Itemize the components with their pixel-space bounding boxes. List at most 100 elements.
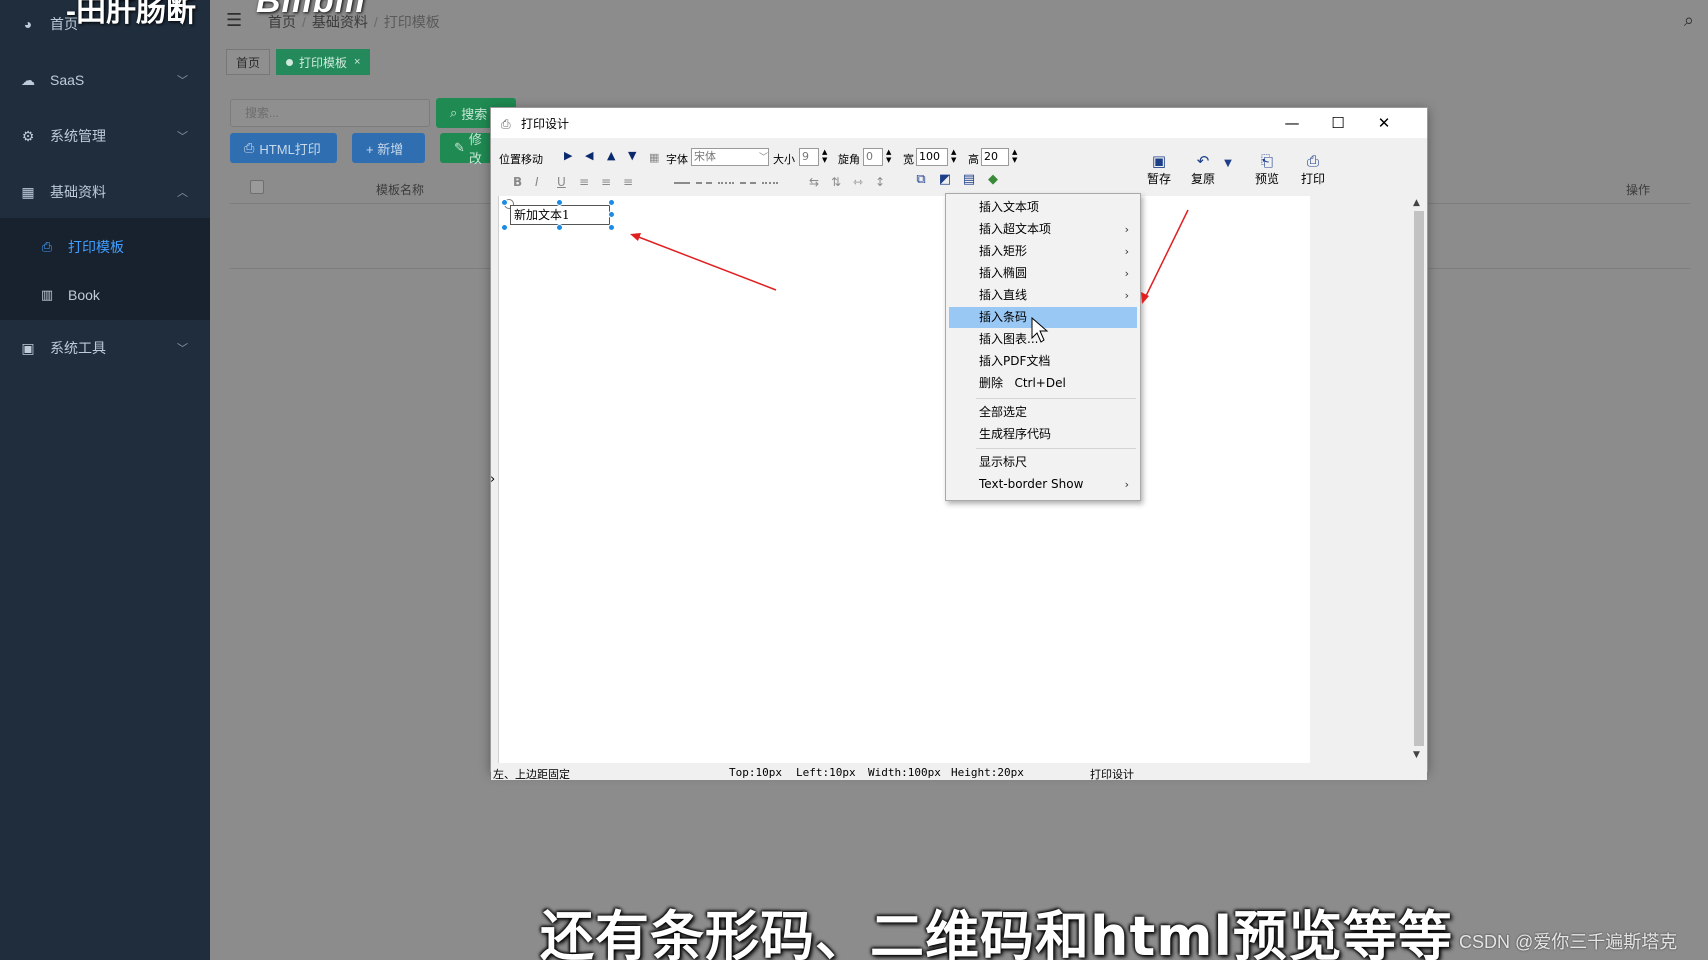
submenu-arrow-icon: › bbox=[1124, 245, 1129, 258]
h-space-icon[interactable]: ⇿ bbox=[853, 175, 863, 189]
sidebar-item-system-tools[interactable]: ▣ 系统工具 ﹀ bbox=[0, 320, 210, 376]
restore-dropdown-icon[interactable]: ▼ bbox=[1217, 158, 1239, 200]
preview-icon: ⎗ bbox=[1260, 152, 1273, 170]
printer-icon: ⎙ bbox=[41, 239, 53, 254]
resize-handle[interactable] bbox=[608, 199, 615, 206]
font-select[interactable]: 宋体 bbox=[691, 148, 769, 166]
menu-item-insert-chart[interactable]: 插入图表... bbox=[949, 329, 1137, 350]
move-down-icon[interactable]: ▼ bbox=[628, 149, 636, 162]
paste-item-icon[interactable]: ▤ bbox=[961, 172, 977, 188]
line-dashdotdot-icon[interactable] bbox=[762, 182, 778, 185]
line-dot-icon[interactable] bbox=[718, 182, 734, 185]
move-up-icon[interactable]: ▲ bbox=[607, 149, 615, 162]
move-left-icon[interactable]: ◀ bbox=[585, 149, 593, 162]
hamburger-icon[interactable]: ☰ bbox=[226, 10, 242, 31]
printer-icon: ⎙ bbox=[501, 117, 511, 131]
chart-item-icon[interactable]: ◩ bbox=[937, 172, 953, 188]
copy-item-icon[interactable]: ⧉ bbox=[913, 172, 929, 188]
save-button[interactable]: ▣ 暂存 bbox=[1139, 152, 1179, 194]
same-width-icon[interactable]: ⇆ bbox=[809, 175, 819, 189]
width-input[interactable]: 100 bbox=[916, 148, 948, 166]
size-input[interactable]: 9 bbox=[799, 148, 819, 166]
dropdown-icon[interactable]: ﹀ bbox=[759, 150, 768, 163]
sidebar-item-system-management[interactable]: ⚙ 系统管理 ﹀ bbox=[0, 108, 210, 164]
resize-handle[interactable] bbox=[501, 224, 508, 231]
line-dash-icon[interactable] bbox=[696, 182, 712, 185]
sidebar-item-basic-data[interactable]: ▦ 基础资料 ︿ bbox=[0, 164, 210, 220]
search-input[interactable]: 搜索... bbox=[230, 99, 430, 127]
collapse-arrow-icon[interactable]: › bbox=[490, 472, 495, 487]
vertical-scrollbar[interactable]: ▲ ▼ bbox=[1411, 196, 1427, 763]
search-icon[interactable]: ⌕ bbox=[1684, 10, 1694, 31]
floppy-icon: ▣ bbox=[1151, 152, 1167, 170]
grid-icon[interactable]: ▦ bbox=[649, 151, 659, 164]
align-right-icon[interactable]: ≡ bbox=[623, 175, 633, 189]
menu-item-insert-hypertext[interactable]: 插入超文本项 › bbox=[949, 219, 1137, 240]
minimize-button[interactable]: — bbox=[1269, 108, 1315, 138]
close-icon[interactable]: × bbox=[354, 56, 360, 68]
sidebar-item-label: 打印模板 bbox=[68, 239, 124, 255]
menu-item-select-all[interactable]: 全部选定 bbox=[949, 402, 1137, 423]
tab-home[interactable]: 首页 bbox=[226, 49, 271, 75]
resize-handle[interactable] bbox=[501, 199, 508, 206]
width-spinner-icon[interactable]: ▲ ▼ bbox=[951, 148, 956, 164]
sidebar-item-saas[interactable]: ☁ SaaS ﹀ bbox=[0, 52, 210, 108]
menu-item-label: Text-border Show bbox=[979, 477, 1084, 491]
menu-separator bbox=[976, 398, 1136, 399]
menu-item-delete[interactable]: 删除 Ctrl+Del bbox=[949, 373, 1137, 394]
line-solid-icon[interactable] bbox=[674, 182, 690, 185]
italic-icon[interactable]: I bbox=[535, 175, 539, 189]
menu-item-label: 插入矩形 bbox=[979, 244, 1028, 258]
add-button[interactable]: + 新增 bbox=[352, 133, 425, 163]
sidebar-item-print-template[interactable]: ⎙ 打印模板 bbox=[0, 222, 210, 272]
menu-item-show-ruler[interactable]: 显示标尺 bbox=[949, 452, 1137, 473]
printer-icon: ⎙ bbox=[1306, 152, 1319, 170]
top-navbar: ☰ 首页 / 基础资料 / 打印模板 ⌕ bbox=[210, 0, 1708, 42]
underline-icon[interactable]: U bbox=[557, 175, 566, 189]
close-button[interactable]: ✕ bbox=[1361, 108, 1407, 138]
height-input[interactable]: 20 bbox=[981, 148, 1009, 166]
menu-item-insert-rectangle[interactable]: 插入矩形 › bbox=[949, 241, 1137, 262]
layers-icon[interactable]: ◆ bbox=[985, 172, 1001, 188]
html-print-button[interactable]: ⎙ HTML打印 bbox=[230, 133, 337, 163]
menu-item-generate-code[interactable]: 生成程序代码 bbox=[949, 424, 1137, 445]
sidebar-item-book[interactable]: ▥ Book bbox=[0, 270, 210, 320]
rotate-input[interactable]: 0 bbox=[863, 148, 883, 166]
design-canvas[interactable] bbox=[498, 196, 1310, 763]
status-left: Left:10px bbox=[796, 766, 856, 779]
v-space-icon[interactable]: ↕ bbox=[875, 175, 885, 189]
print-button[interactable]: ⎙ 打印 bbox=[1293, 152, 1333, 194]
menu-item-insert-text[interactable]: 插入文本项 bbox=[949, 197, 1137, 218]
height-spinner-icon[interactable]: ▲ ▼ bbox=[1012, 148, 1017, 164]
menu-item-label: 插入条码 bbox=[979, 310, 1028, 324]
toolbox-icon: ▣ bbox=[21, 339, 35, 356]
scroll-down-icon[interactable]: ▼ bbox=[1413, 750, 1420, 760]
line-dashdot-icon[interactable] bbox=[740, 182, 756, 185]
scrollbar-thumb[interactable] bbox=[1414, 211, 1424, 746]
size-spinner-icon[interactable]: ▲ ▼ bbox=[822, 148, 827, 164]
preview-button[interactable]: ⎗ 预览 bbox=[1247, 152, 1287, 194]
move-right-icon[interactable]: ▶ bbox=[564, 149, 572, 162]
width-label: 宽 bbox=[903, 153, 914, 166]
align-center-icon[interactable]: ≡ bbox=[601, 175, 611, 189]
resize-handle[interactable] bbox=[608, 211, 615, 218]
same-height-icon[interactable]: ⇅ bbox=[831, 175, 841, 189]
maximize-button[interactable]: ☐ bbox=[1315, 108, 1361, 138]
rotate-spinner-icon[interactable]: ▲ ▼ bbox=[886, 148, 891, 164]
menu-item-insert-pdf[interactable]: 插入PDF文档 bbox=[949, 351, 1137, 372]
menu-item-text-border-show[interactable]: Text-border Show › bbox=[949, 474, 1137, 495]
menu-item-insert-ellipse[interactable]: 插入椭圆 › bbox=[949, 263, 1137, 284]
resize-handle[interactable] bbox=[608, 224, 615, 231]
tab-print-template[interactable]: 打印模板 × bbox=[276, 49, 371, 75]
menu-item-insert-barcode[interactable]: 插入条码 bbox=[949, 307, 1137, 328]
resize-handle[interactable] bbox=[556, 224, 563, 231]
select-all-checkbox[interactable] bbox=[250, 180, 264, 194]
scroll-up-icon[interactable]: ▲ bbox=[1413, 198, 1420, 208]
text-item[interactable]: 新加文本1 bbox=[510, 205, 610, 225]
bar-chart-icon: ▥ bbox=[40, 287, 54, 302]
sidebar: ◕ 首页 ☁ SaaS ﹀ ⚙ 系统管理 ﹀ ▦ 基础资料 ︿ ⎙ 打印模板 ▥… bbox=[0, 0, 210, 960]
menu-item-insert-line[interactable]: 插入直线 › bbox=[949, 285, 1137, 306]
align-left-icon[interactable]: ≡ bbox=[579, 175, 589, 189]
resize-handle[interactable] bbox=[556, 199, 563, 206]
bold-icon[interactable]: B bbox=[513, 175, 522, 189]
